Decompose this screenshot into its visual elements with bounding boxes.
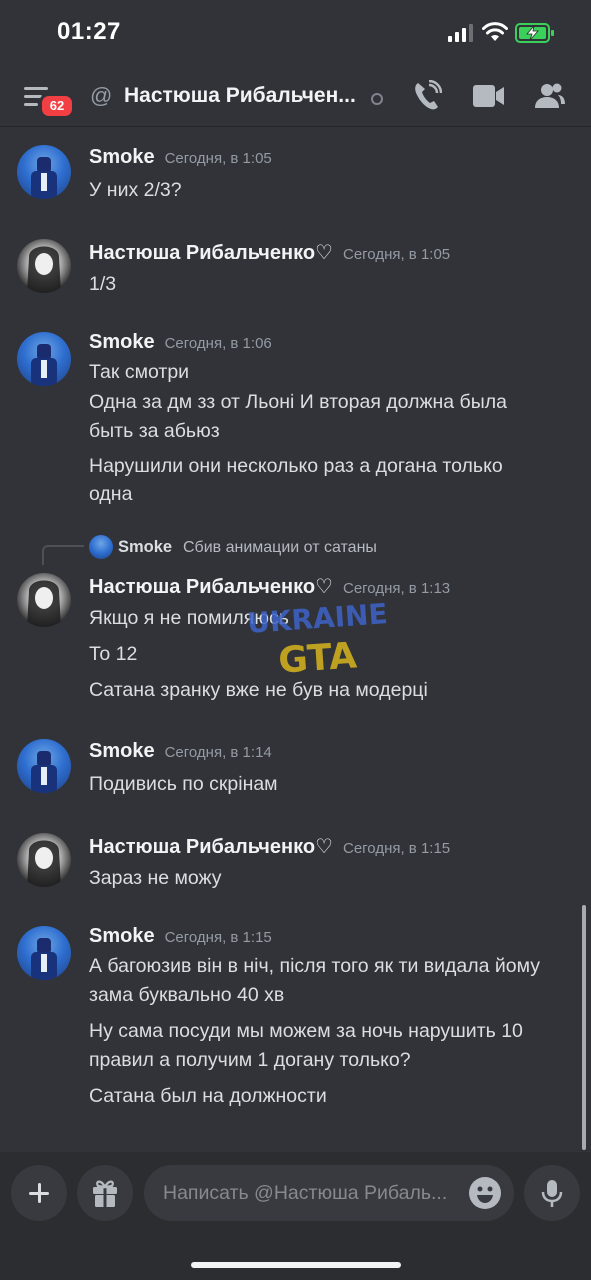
message-text: одна [89, 483, 133, 505]
message-timestamp: Сегодня, в 1:14 [164, 744, 272, 761]
gift-icon [93, 1180, 117, 1207]
phone-call-icon[interactable] [412, 80, 442, 112]
message-text: Ну сама посуди мы можем за ночь нарушить… [89, 1020, 523, 1042]
add-attachment-button[interactable] [11, 1165, 67, 1221]
reply-avatar [89, 535, 113, 559]
video-call-icon[interactable] [473, 84, 505, 108]
members-icon[interactable] [534, 82, 566, 110]
message-text: правил а получим 1 догану только? [89, 1049, 411, 1071]
svg-text:UKRAINE: UKRAINE [248, 597, 388, 640]
message-timestamp: Сегодня, в 1:06 [164, 335, 272, 352]
voice-message-button[interactable] [524, 1165, 580, 1221]
message-author[interactable]: Smoke Сегодня, в 1:14 [89, 740, 272, 763]
message-author[interactable]: Настюша Рибальченко♡ Сегодня, в 1:15 [89, 834, 450, 859]
avatar-nastyusha[interactable] [17, 833, 71, 887]
message-timestamp: Сегодня, в 1:05 [342, 246, 451, 263]
plus-icon [29, 1183, 49, 1203]
battery-charging-icon [515, 23, 554, 43]
status-bar: 01:27 [0, 0, 591, 66]
message-text: Зараз не можу [89, 867, 222, 889]
message-text: Так смотри [89, 361, 190, 383]
message-author[interactable]: Smoke Сегодня, в 1:05 [89, 146, 272, 169]
message-timestamp: Сегодня, в 1:15 [164, 929, 272, 946]
microphone-icon [541, 1180, 563, 1207]
message-text: зама буквально 40 хв [89, 984, 285, 1006]
at-icon: @ [90, 83, 113, 108]
message-text: 1/3 [89, 273, 117, 295]
avatar-smoke[interactable] [17, 926, 71, 980]
message-text: А багоюзив він в ніч, після того як ти в… [89, 955, 540, 977]
message-author[interactable]: Smoke Сегодня, в 1:15 [89, 925, 272, 948]
message-text: У них 2/3? [89, 179, 182, 201]
svg-text:GTA: GTA [277, 635, 358, 681]
message-text: Подивись по скрінам [89, 773, 278, 795]
avatar-smoke[interactable] [17, 145, 71, 199]
message-text: быть за абьюз [89, 420, 220, 442]
emoji-icon[interactable] [469, 1177, 501, 1209]
status-time: 01:27 [57, 18, 121, 45]
message-input-placeholder[interactable]: Написать @Настюша Рибаль... [163, 1182, 447, 1205]
unread-badge: 62 [39, 93, 75, 119]
message-text: Одна за дм зз от Льоні И вторая должна б… [89, 391, 507, 413]
avatar-nastyusha[interactable] [17, 239, 71, 293]
cellular-signal-icon [448, 24, 473, 42]
ukraine-gta-watermark: UKRAINE GTA [248, 597, 388, 682]
message-author[interactable]: Настюша Рибальченко♡ Сегодня, в 1:05 [89, 240, 450, 265]
reply-preview[interactable]: Сбив анимации от сатаны [183, 539, 377, 557]
status-dot-icon [371, 93, 383, 105]
avatar-smoke[interactable] [17, 332, 71, 386]
dm-title[interactable]: Настюша Рибальчен... [124, 84, 369, 108]
message-text: Сатана был на должности [89, 1085, 327, 1107]
message-author[interactable]: Smoke Сегодня, в 1:06 [89, 331, 272, 354]
wifi-icon [482, 22, 508, 41]
reply-connector [42, 545, 84, 565]
scrollbar[interactable] [582, 905, 586, 1150]
message-text: Нарушили они несколько раз а догана толь… [89, 455, 503, 477]
message-timestamp: Сегодня, в 1:05 [164, 150, 272, 167]
message-timestamp: Сегодня, в 1:15 [342, 840, 451, 857]
avatar-nastyusha[interactable] [17, 573, 71, 627]
message-text: То 12 [89, 643, 138, 665]
home-indicator [191, 1262, 401, 1268]
gift-button[interactable] [77, 1165, 133, 1221]
reply-author[interactable]: Smoke [118, 538, 172, 557]
avatar-smoke[interactable] [17, 739, 71, 793]
